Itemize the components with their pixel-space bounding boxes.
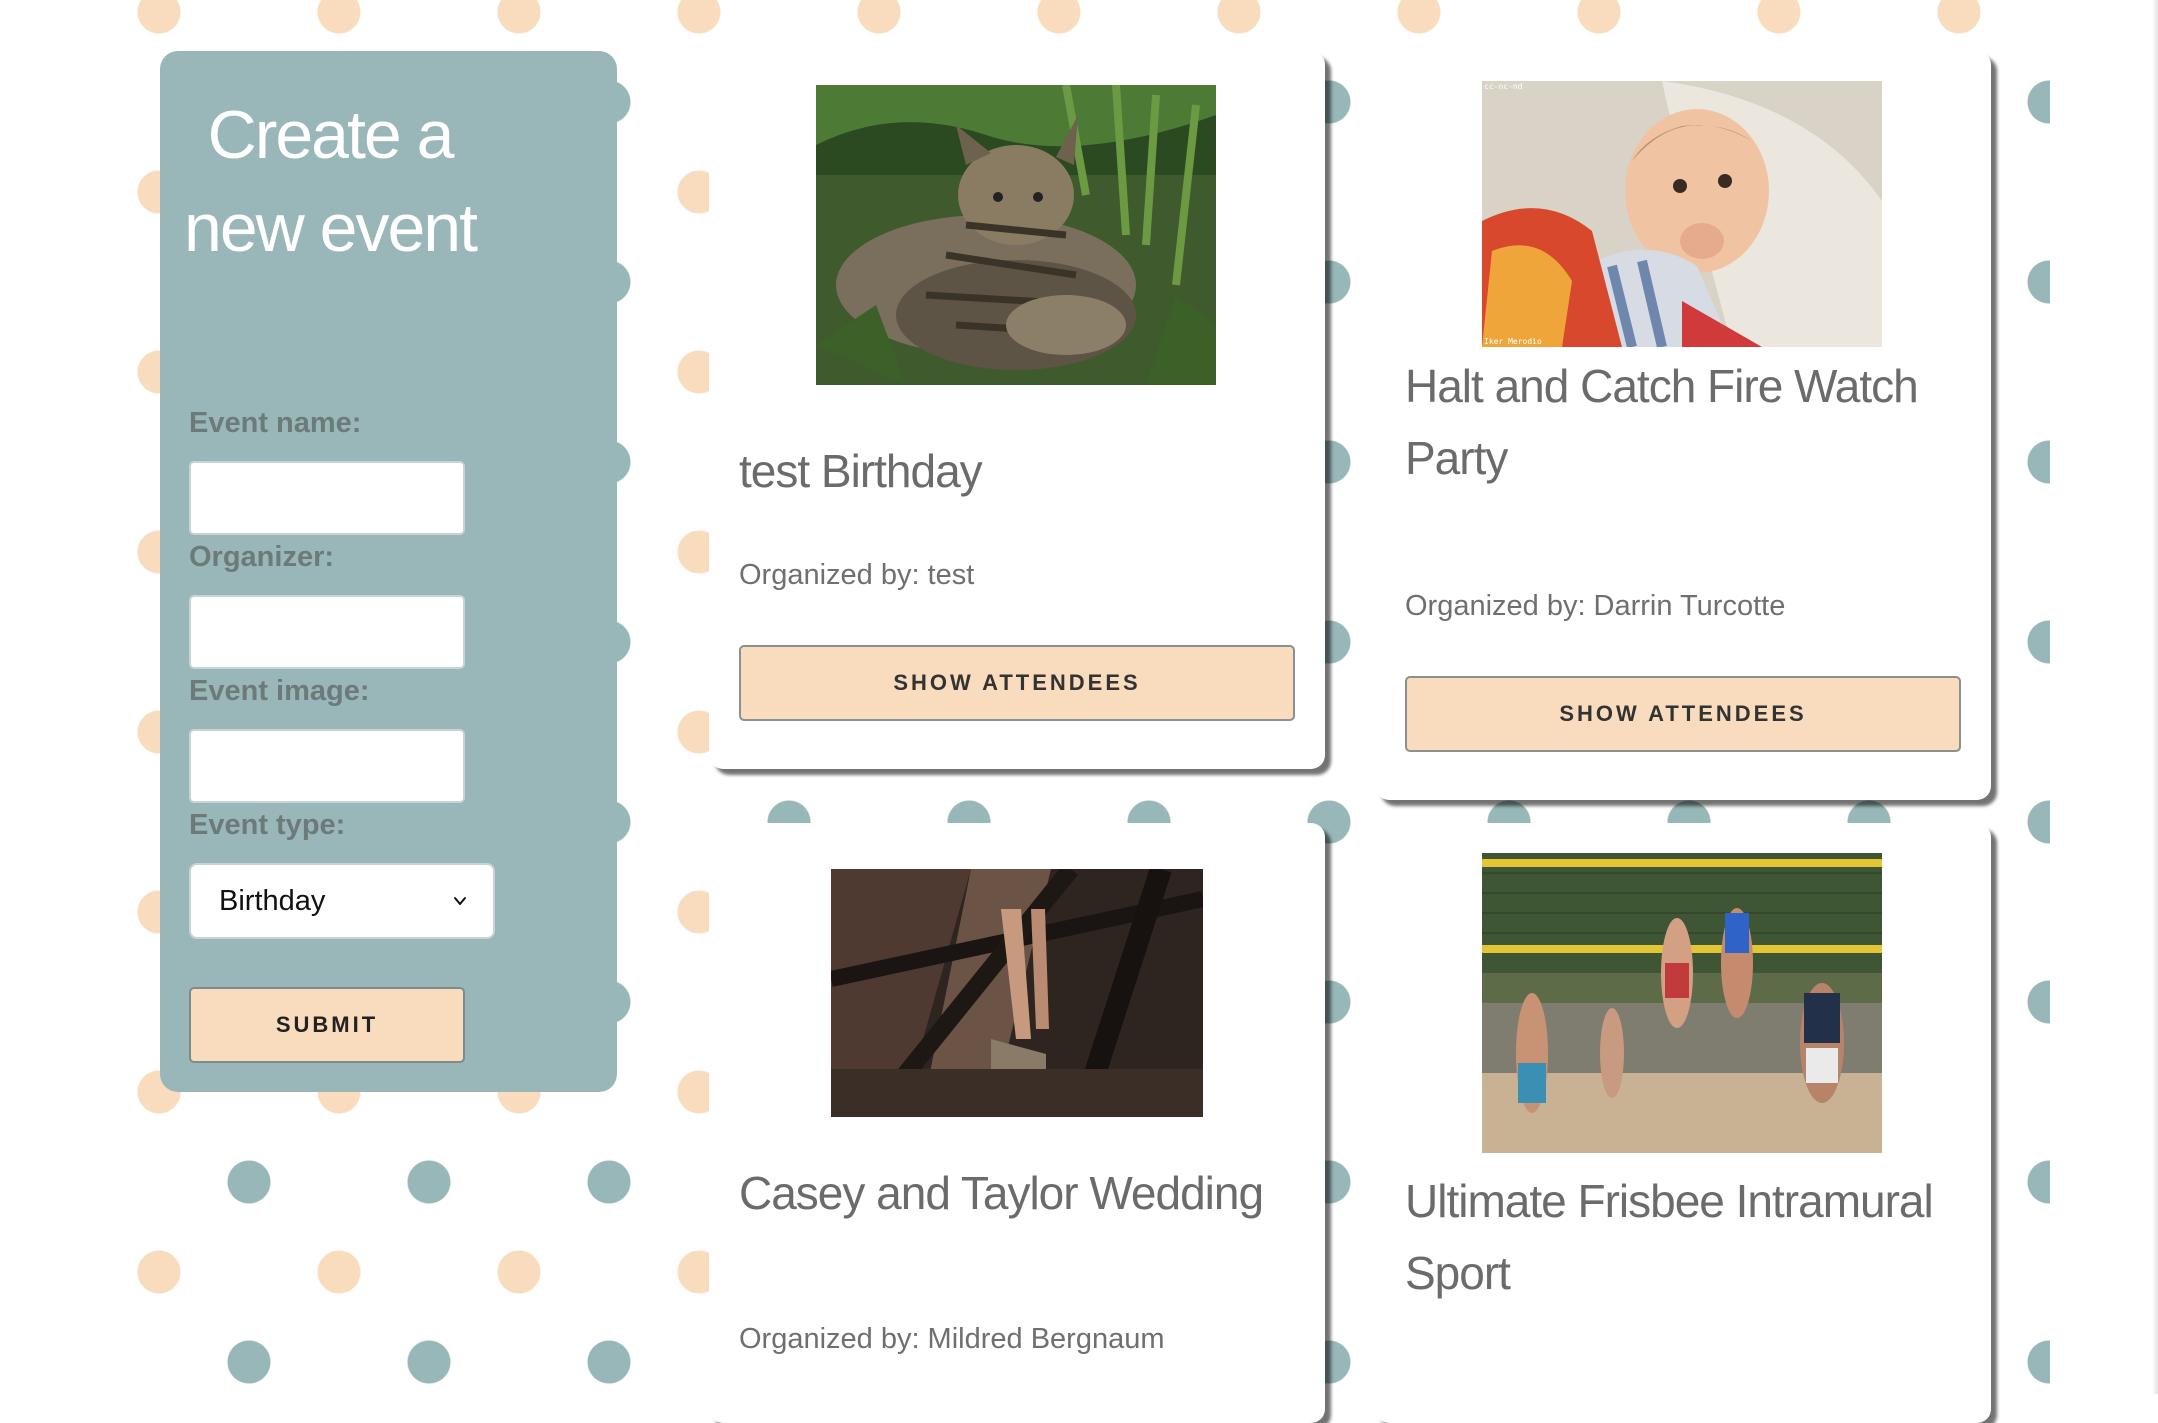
kittens-image: [816, 85, 1216, 385]
baby-image: cc-nc-nd Iker Merodio: [1482, 81, 1882, 347]
event-image-label: Event image:: [189, 675, 370, 707]
staircase-image: [831, 869, 1203, 1117]
organized-by-label: Organized by:: [1405, 590, 1586, 622]
organizer-label: Organizer:: [189, 541, 335, 573]
organizer-name: Darrin Turcotte: [1593, 590, 1786, 622]
image-license-caption: cc-nc-nd: [1484, 82, 1523, 91]
event-card: cc-nc-nd Iker Merodio Halt and Catch Fir…: [1375, 51, 1991, 800]
image-credit-caption: Iker Merodio: [1484, 337, 1542, 346]
event-title: Ultimate Frisbee Intramural Sport: [1405, 1175, 1934, 1299]
submit-button[interactable]: SUBMIT: [189, 987, 465, 1063]
event-type-label: Event type:: [189, 809, 346, 841]
show-attendees-button[interactable]: SHOW ATTENDEES: [1405, 676, 1961, 752]
window-edge-shadow: [2152, 0, 2158, 1394]
event-name-input[interactable]: [189, 461, 465, 535]
event-title: test Birthday: [739, 445, 983, 497]
create-event-form: Create a new event Event name: Organizer…: [160, 51, 617, 1092]
event-name-label: Event name:: [189, 407, 362, 439]
volleyball-image: [1482, 853, 1882, 1153]
show-attendees-button[interactable]: SHOW ATTENDEES: [739, 645, 1295, 721]
organized-by-label: Organized by:: [739, 1323, 920, 1355]
form-title: Create a new event: [184, 97, 478, 266]
organized-by-label: Organized by:: [739, 559, 920, 591]
event-organizer: Organized by: Darrin Turcotte: [1405, 590, 1785, 623]
event-card: test Birthday Organized by: test SHOW ATT…: [709, 51, 1325, 769]
event-organizer: Organized by: Mildred Bergnaum: [739, 1323, 1165, 1356]
event-image-input[interactable]: [189, 729, 465, 803]
chevron-down-icon: [454, 897, 466, 905]
event-type-select[interactable]: Birthday: [189, 863, 495, 939]
event-card: Ultimate Frisbee Intramural Sport: [1375, 823, 1991, 1423]
event-organizer: Organized by: test: [739, 559, 974, 592]
event-title: Halt and Catch Fire Watch Party: [1405, 360, 1919, 484]
event-card: Casey and Taylor Wedding Organized by: Mi…: [709, 823, 1325, 1423]
event-type-value: Birthday: [219, 884, 326, 917]
event-title: Casey and Taylor Wedding: [739, 1167, 1264, 1219]
organizer-name: test: [927, 559, 975, 591]
organizer-name: Mildred Bergnaum: [927, 1323, 1165, 1355]
organizer-input[interactable]: [189, 595, 465, 669]
